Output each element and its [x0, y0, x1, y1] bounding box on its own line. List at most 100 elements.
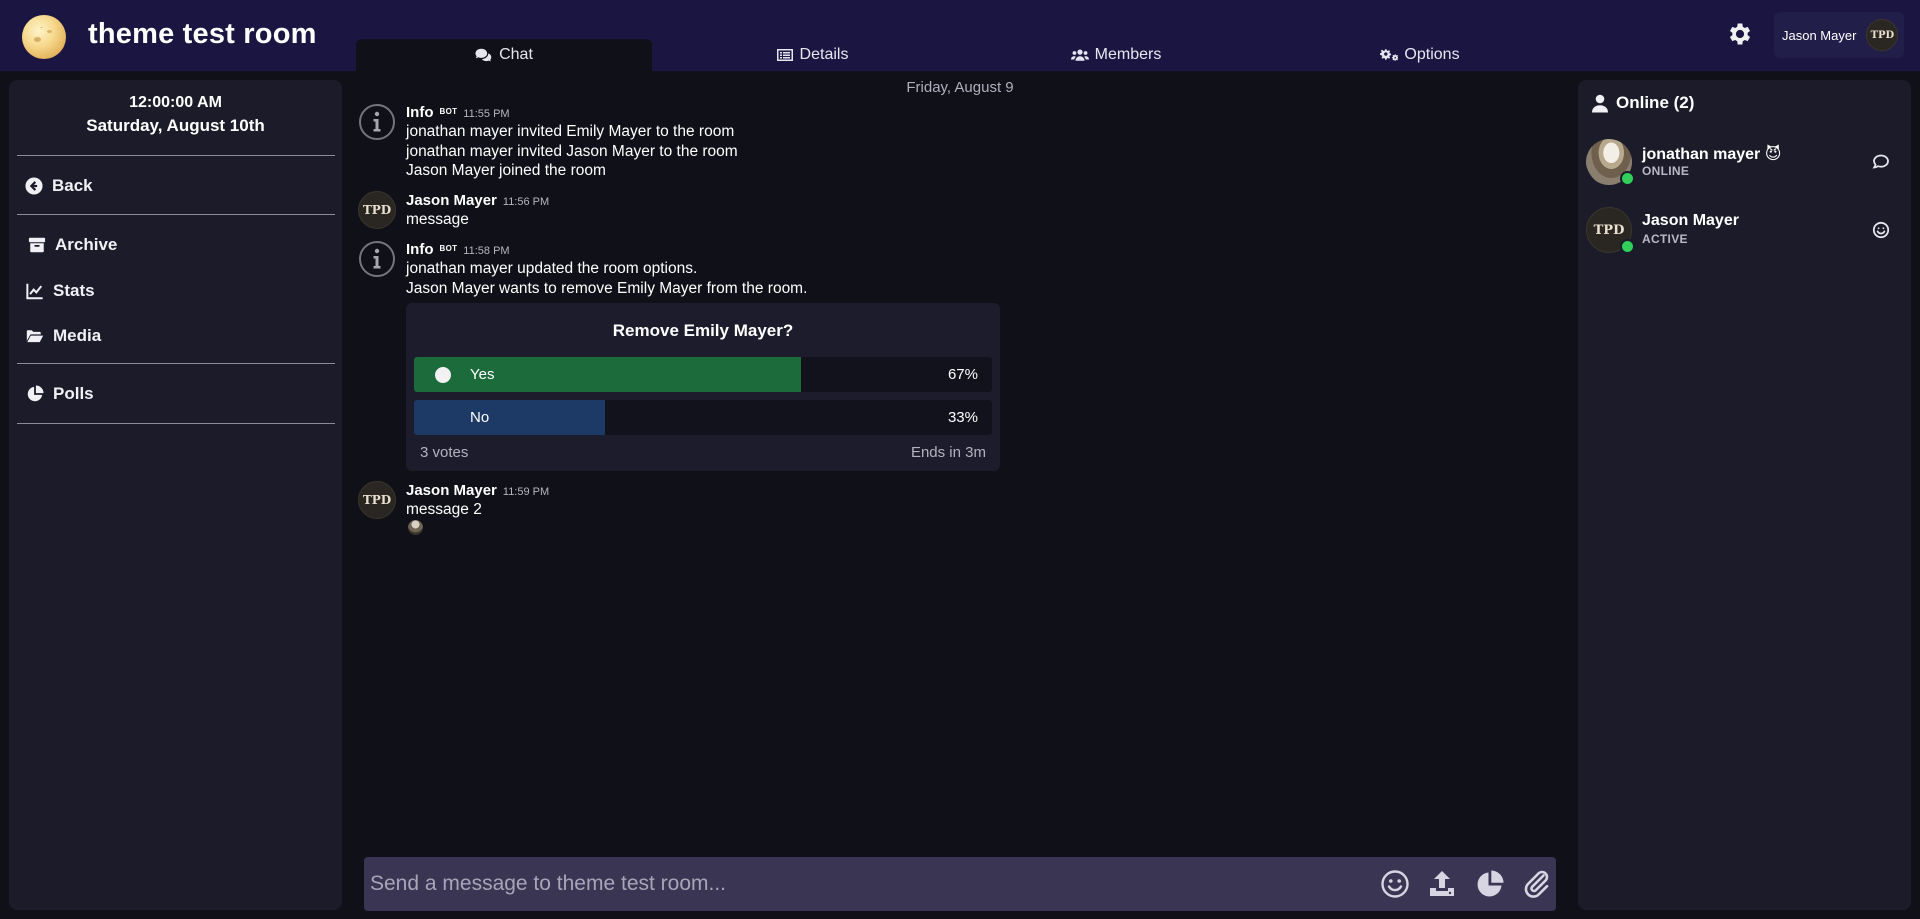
message-header: Jason Mayer 11:56 PM	[406, 192, 549, 209]
tab-members[interactable]: Members	[968, 39, 1264, 71]
member-row[interactable]: jonathan mayer 😈 ONLINE	[1586, 139, 1904, 189]
clock-time: 12:00:00 AM	[129, 94, 222, 111]
online-heading-label: Online (2)	[1616, 93, 1695, 112]
user-icon	[1592, 94, 1608, 112]
folder-open-icon	[26, 330, 44, 343]
member-status: ACTIVE	[1642, 232, 1688, 246]
user-name: Jason Mayer	[1782, 27, 1857, 43]
poll-option-no[interactable]: No 33%	[414, 400, 992, 435]
message-text: jonathan mayer invited Jason Mayer to th…	[406, 143, 738, 160]
message-text: message 2	[406, 501, 482, 518]
sidebar-item-label: Archive	[55, 235, 118, 254]
message-text: Jason Mayer wants to remove Emily Mayer …	[406, 280, 808, 297]
poll-option-percent: 33%	[947, 409, 978, 426]
message-text: Jason Mayer joined the room	[406, 162, 606, 179]
divider	[17, 423, 335, 424]
sidebar-item-stats[interactable]: Stats	[26, 281, 95, 301]
avatar-monogram: TPD	[362, 203, 392, 217]
tab-bar: Chat Details Members Options	[356, 39, 1600, 71]
clock: 12:00:00 AM Saturday, August 10th	[9, 94, 342, 136]
member-reaction-button[interactable]	[1872, 221, 1890, 239]
settings-button[interactable]	[1726, 20, 1754, 48]
avatar: TPD	[1866, 19, 1899, 51]
online-heading: Online (2)	[1592, 93, 1694, 113]
message-header: Info BOT 11:58 PM	[406, 241, 510, 258]
message-text: message	[406, 211, 469, 228]
attach-icon	[1524, 870, 1549, 898]
info-icon	[359, 241, 395, 277]
poll-option-label: No	[470, 409, 490, 426]
message-author[interactable]: Info	[406, 104, 434, 121]
presence-dot	[1620, 239, 1635, 254]
avatar[interactable]: TPD	[358, 191, 396, 229]
poll-fill-bar	[414, 400, 605, 435]
poll-button[interactable]	[1475, 869, 1505, 899]
message-author[interactable]: Jason Mayer	[406, 482, 497, 499]
gear-icon	[1729, 23, 1751, 45]
member-row[interactable]: TPD Jason Mayer ACTIVE	[1586, 207, 1904, 257]
tab-options[interactable]: Options	[1272, 39, 1568, 71]
message-author[interactable]: Info	[406, 241, 434, 258]
avatar-monogram: TPD	[1593, 222, 1625, 238]
room-title: theme test room	[88, 18, 317, 50]
back-label: Back	[52, 176, 93, 195]
divider	[17, 155, 335, 156]
upload-button[interactable]	[1427, 869, 1457, 899]
poll-icon	[1477, 870, 1504, 897]
message-text: jonathan mayer invited Emily Mayer to th…	[406, 123, 735, 140]
sidebar-item-media[interactable]: Media	[26, 326, 101, 346]
gears-icon	[1380, 49, 1399, 61]
message-time: 11:55 PM	[463, 108, 510, 120]
sidebar-item-polls[interactable]: Polls	[26, 384, 94, 404]
tab-members-label: Members	[1094, 46, 1162, 63]
smile-icon	[1872, 221, 1890, 239]
comment-icon	[1872, 154, 1889, 169]
tab-details-label: Details	[799, 46, 849, 63]
sidebar-item-label: Media	[53, 326, 102, 345]
message-text: jonathan mayer updated the room options.	[406, 260, 698, 277]
avatar[interactable]: TPD	[358, 481, 396, 519]
sidebar-item-archive[interactable]: Archive	[28, 235, 117, 255]
presence-dot	[1620, 171, 1635, 186]
bot-badge: BOT	[439, 107, 458, 116]
message-member-button[interactable]	[1872, 153, 1890, 171]
poll-card: Remove Emily Mayer? Yes 67% No 33% 3 vot…	[406, 303, 1000, 471]
archive-icon	[28, 237, 46, 253]
attach-button[interactable]	[1522, 869, 1552, 899]
clock-date: Saturday, August 10th	[86, 116, 265, 135]
poll-title: Remove Emily Mayer?	[612, 321, 794, 340]
member-name: jonathan mayer 😈	[1642, 146, 1782, 163]
sidebar-item-label: Stats	[53, 281, 95, 300]
left-sidebar: 12:00:00 AM Saturday, August 10th Back A…	[9, 80, 342, 910]
avatar-monogram: TPD	[1870, 29, 1895, 41]
emoji-icon	[1381, 870, 1409, 898]
member-status: ONLINE	[1642, 164, 1690, 178]
message-header: Info BOT 11:55 PM	[406, 104, 510, 121]
message-time: 11:56 PM	[502, 196, 550, 208]
message-time: 11:58 PM	[463, 245, 510, 257]
tab-details[interactable]: Details	[664, 39, 960, 71]
message-author[interactable]: Jason Mayer	[406, 192, 497, 209]
pie-chart-icon	[27, 385, 44, 402]
poll-option-label: Yes	[470, 366, 495, 383]
tab-options-label: Options	[1404, 46, 1460, 63]
users-icon	[1070, 49, 1089, 61]
sidebar-item-label: Polls	[53, 384, 94, 403]
poll-ends: Ends in 3m	[910, 444, 986, 461]
divider	[17, 214, 335, 215]
date-separator: Friday, August 9	[906, 79, 1014, 96]
room-logo[interactable]	[22, 15, 66, 59]
arrow-circle-left-icon	[25, 177, 43, 195]
message-time: 11:59 PM	[502, 486, 550, 498]
back-button[interactable]: Back	[25, 176, 93, 196]
info-icon	[359, 104, 395, 140]
tab-chat[interactable]: Chat	[356, 39, 652, 71]
upload-icon	[1430, 871, 1454, 896]
top-bar: theme test room Chat Details Members Opt…	[0, 0, 1920, 71]
emoji-button[interactable]	[1380, 869, 1410, 899]
poll-option-yes[interactable]: Yes 67%	[414, 357, 992, 392]
tab-chat-label: Chat	[499, 46, 533, 63]
message-input[interactable]	[364, 857, 1364, 911]
divider	[17, 363, 335, 364]
user-menu[interactable]: Jason Mayer TPD	[1774, 12, 1904, 58]
